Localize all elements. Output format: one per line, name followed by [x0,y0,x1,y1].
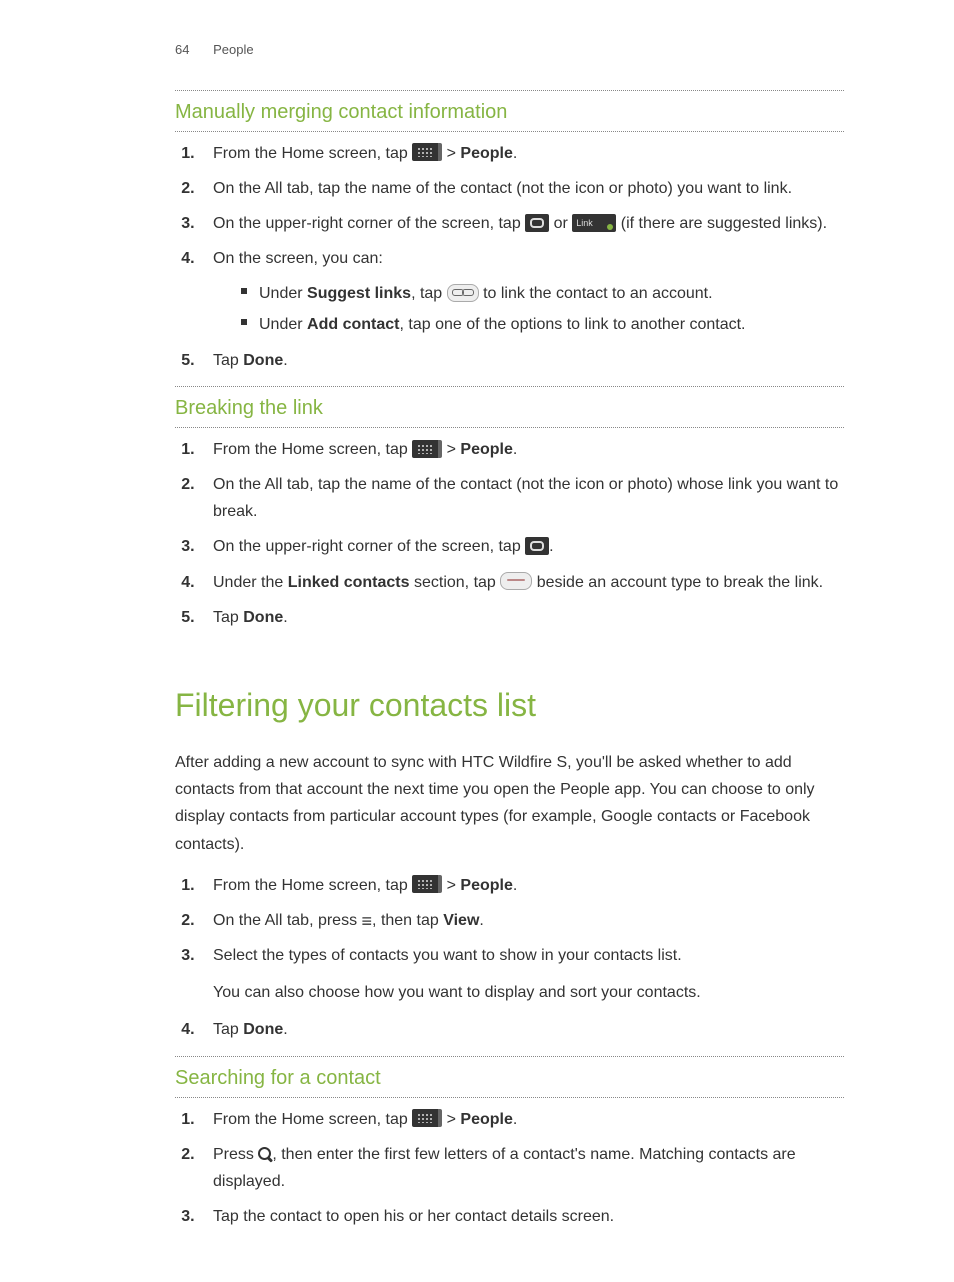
heading-filtering: Filtering your contacts list [175,681,844,729]
section-name: People [213,42,253,57]
divider [175,90,844,91]
step-note: You can also choose how you want to disp… [213,979,844,1006]
step: Press , then enter the first few letters… [199,1141,844,1195]
sub-list: Under Suggest links, tap to link the con… [213,280,844,338]
link-icon [525,214,549,232]
steps-searching: From the Home screen, tap > People. Pres… [175,1106,844,1231]
step: On the upper-right corner of the screen,… [199,210,844,237]
menu-icon: ≡ [362,912,373,930]
step: On the upper-right corner of the screen,… [199,533,844,560]
divider [175,386,844,387]
step: On the screen, you can: Under Suggest li… [199,245,844,339]
intro-paragraph: After adding a new account to sync with … [175,749,844,858]
sub-item: Under Add contact, tap one of the option… [241,311,844,338]
link-icon [525,537,549,555]
link-suggest-icon: Link [572,214,616,232]
step: Tap Done. [199,347,844,374]
break-link-pill-icon [500,572,532,590]
apps-grid-icon [412,440,442,458]
steps-manual-merge: From the Home screen, tap > People. On t… [175,140,844,374]
step: From the Home screen, tap > People. [199,140,844,167]
step: From the Home screen, tap > People. [199,1106,844,1133]
search-icon [258,1147,272,1161]
step: Tap Done. [199,604,844,631]
step: Under the Linked contacts section, tap b… [199,569,844,596]
apps-grid-icon [412,875,442,893]
steps-filtering: From the Home screen, tap > People. On t… [175,872,844,1044]
apps-grid-icon [412,1109,442,1127]
heading-searching: Searching for a contact [175,1063,844,1093]
link-pair-pill-icon [447,284,479,302]
page-header: 64 People [175,40,844,60]
divider [175,131,844,132]
step: Tap the contact to open his or her conta… [199,1203,844,1230]
heading-break-link: Breaking the link [175,393,844,423]
step: From the Home screen, tap > People. [199,872,844,899]
step: Select the types of contacts you want to… [199,942,844,1006]
step: On the All tab, tap the name of the cont… [199,471,844,525]
apps-grid-icon [412,143,442,161]
step: On the All tab, press ≡, then tap View. [199,907,844,934]
divider [175,1097,844,1098]
heading-manual-merge: Manually merging contact information [175,97,844,127]
step: Tap Done. [199,1016,844,1043]
page-number: 64 [175,42,189,57]
sub-item: Under Suggest links, tap to link the con… [241,280,844,307]
step: On the All tab, tap the name of the cont… [199,175,844,202]
divider [175,427,844,428]
step: From the Home screen, tap > People. [199,436,844,463]
divider [175,1056,844,1057]
steps-break-link: From the Home screen, tap > People. On t… [175,436,844,631]
